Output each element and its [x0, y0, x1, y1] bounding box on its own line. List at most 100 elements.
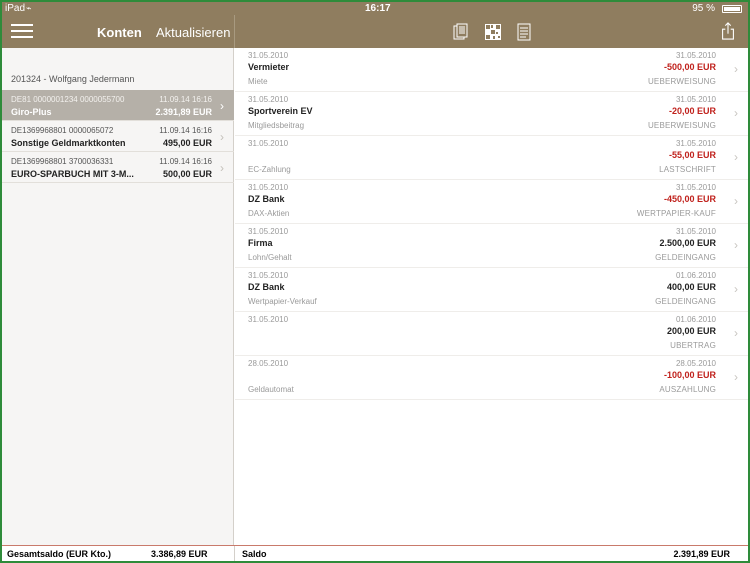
- account-iban: DE1369968801 0000065072: [11, 126, 114, 135]
- transaction-type: GELDEINGANG: [655, 253, 716, 262]
- chevron-right-icon: ›: [734, 106, 738, 120]
- purpose: Geldautomat: [248, 385, 294, 394]
- chevron-right-icon: ›: [734, 150, 738, 164]
- transaction-row[interactable]: 31.05.2010 31.05.2010 Vermieter -500,00 …: [235, 48, 748, 92]
- payee: Sportverein EV: [248, 106, 313, 116]
- transaction-amount: 2.500,00 EUR: [659, 238, 716, 248]
- purpose: Wertpapier-Verkauf: [248, 297, 317, 306]
- account-date: 11.09.14 16:16: [159, 95, 212, 104]
- transaction-amount: -450,00 EUR: [663, 194, 716, 204]
- account-iban: DE81 0000001234 0000055700: [11, 95, 125, 104]
- transaction-type: UBERTRAG: [670, 341, 716, 350]
- documents-icon[interactable]: [453, 23, 469, 41]
- customer-name: 201324 - Wolfgang Jedermann: [11, 74, 135, 84]
- account-row[interactable]: DE1369968801 3700036331 11.09.14 16:16 E…: [2, 152, 234, 183]
- transaction-row[interactable]: 31.05.2010 01.06.2010 200,00 EUR UBERTRA…: [235, 312, 748, 356]
- chevron-right-icon: ›: [220, 99, 224, 113]
- account-name: Sonstige Geldmarktkonten: [11, 138, 126, 148]
- booking-date: 31.05.2010: [248, 51, 289, 60]
- payee: DZ Bank: [248, 194, 285, 204]
- value-date: 01.06.2010: [675, 271, 716, 280]
- value-date: 31.05.2010: [675, 183, 716, 192]
- battery-percent: 95 %: [692, 3, 715, 14]
- footer-divider: [234, 546, 235, 561]
- account-row[interactable]: DE1369968801 0000065072 11.09.14 16:16 S…: [2, 121, 234, 152]
- battery-icon: [722, 5, 742, 13]
- booking-date: 28.05.2010: [248, 359, 289, 368]
- chevron-right-icon: ›: [734, 238, 738, 252]
- booking-date: 31.05.2010: [248, 227, 289, 236]
- transaction-type: WERTPAPIER-KAUF: [636, 209, 716, 218]
- nav-divider: [234, 15, 235, 48]
- chevron-right-icon: ›: [734, 370, 738, 384]
- transaction-type: GELDEINGANG: [655, 297, 716, 306]
- transaction-row[interactable]: 31.05.2010 31.05.2010 -55,00 EUR EC-Zahl…: [235, 136, 748, 180]
- carrier-label: iPad: [5, 3, 26, 14]
- account-amount: 2.391,89 EUR: [155, 107, 212, 117]
- transaction-type: LASTSCHRIFT: [659, 165, 716, 174]
- footer-bar: Gesamtsaldo (EUR Kto.) 3.386,89 EUR Sald…: [2, 545, 748, 561]
- chevron-right-icon: ›: [734, 282, 738, 296]
- transaction-type: UEBERWEISUNG: [647, 121, 716, 130]
- purpose: Lohn/Gehalt: [248, 253, 292, 262]
- value-date: 01.06.2010: [675, 315, 716, 324]
- account-date: 11.09.14 16:16: [159, 126, 212, 135]
- transaction-amount: 200,00 EUR: [666, 326, 716, 336]
- accounts-panel: 201324 - Wolfgang Jedermann DE81 0000001…: [2, 48, 234, 545]
- balance-value: 2.391,89 EUR: [673, 549, 730, 559]
- account-name: EURO-SPARBUCH MIT 3-M...: [11, 169, 134, 179]
- account-date: 11.09.14 16:16: [159, 157, 212, 166]
- value-date: 31.05.2010: [675, 227, 716, 236]
- transaction-row[interactable]: 28.05.2010 28.05.2010 -100,00 EUR Geldau…: [235, 356, 748, 400]
- document-icon[interactable]: [517, 23, 531, 41]
- booking-date: 31.05.2010: [248, 139, 289, 148]
- menu-icon[interactable]: [11, 24, 33, 39]
- value-date: 31.05.2010: [675, 95, 716, 104]
- booking-date: 31.05.2010: [248, 95, 289, 104]
- purpose: DAX-Aktien: [248, 209, 290, 218]
- account-name: Giro-Plus: [11, 107, 52, 117]
- wifi-icon: ⌁: [26, 3, 32, 13]
- transaction-type: UEBERWEISUNG: [647, 77, 716, 86]
- transaction-amount: 400,00 EUR: [666, 282, 716, 292]
- chevron-right-icon: ›: [220, 161, 224, 175]
- app-frame: iPad ⌁ 16:17 95 % Konten Aktualisieren 2…: [2, 2, 748, 561]
- qr-grid-icon[interactable]: [484, 23, 502, 41]
- payee: DZ Bank: [248, 282, 285, 292]
- booking-date: 31.05.2010: [248, 315, 289, 324]
- value-date: 31.05.2010: [675, 139, 716, 148]
- chevron-right-icon: ›: [220, 130, 224, 144]
- chevron-right-icon: ›: [734, 194, 738, 208]
- account-iban: DE1369968801 3700036331: [11, 157, 114, 166]
- transaction-row[interactable]: 31.05.2010 31.05.2010 DZ Bank -450,00 EU…: [235, 180, 748, 224]
- transaction-type: AUSZAHLUNG: [659, 385, 716, 394]
- transaction-row[interactable]: 31.05.2010 31.05.2010 Sportverein EV -20…: [235, 92, 748, 136]
- account-amount: 500,00 EUR: [162, 169, 212, 179]
- refresh-button[interactable]: Aktualisieren: [156, 25, 230, 40]
- status-bar: iPad ⌁ 16:17 95 %: [2, 2, 748, 15]
- transaction-amount: -55,00 EUR: [668, 150, 716, 160]
- clock: 16:17: [365, 3, 391, 14]
- transaction-amount: -100,00 EUR: [663, 370, 716, 380]
- booking-date: 31.05.2010: [248, 271, 289, 280]
- balance-label: Saldo: [242, 549, 267, 559]
- booking-date: 31.05.2010: [248, 183, 289, 192]
- total-balance-value: 3.386,89 EUR: [151, 549, 208, 559]
- payee: Vermieter: [248, 62, 290, 72]
- chevron-right-icon: ›: [734, 62, 738, 76]
- transaction-amount: -500,00 EUR: [663, 62, 716, 72]
- account-amount: 495,00 EUR: [162, 138, 212, 148]
- transaction-row[interactable]: 31.05.2010 01.06.2010 DZ Bank 400,00 EUR…: [235, 268, 748, 312]
- nav-bar: Konten Aktualisieren: [2, 15, 748, 48]
- transaction-row[interactable]: 31.05.2010 31.05.2010 Firma 2.500,00 EUR…: [235, 224, 748, 268]
- account-row[interactable]: DE81 0000001234 0000055700 11.09.14 16:1…: [2, 90, 234, 121]
- value-date: 28.05.2010: [675, 359, 716, 368]
- payee: Firma: [248, 238, 273, 248]
- transaction-amount: -20,00 EUR: [668, 106, 716, 116]
- share-icon[interactable]: [720, 22, 736, 40]
- page-title: Konten: [97, 25, 142, 40]
- total-balance-label: Gesamtsaldo (EUR Kto.): [7, 549, 112, 559]
- value-date: 31.05.2010: [675, 51, 716, 60]
- purpose: EC-Zahlung: [248, 165, 291, 174]
- purpose: Mitgliedsbeitrag: [248, 121, 305, 130]
